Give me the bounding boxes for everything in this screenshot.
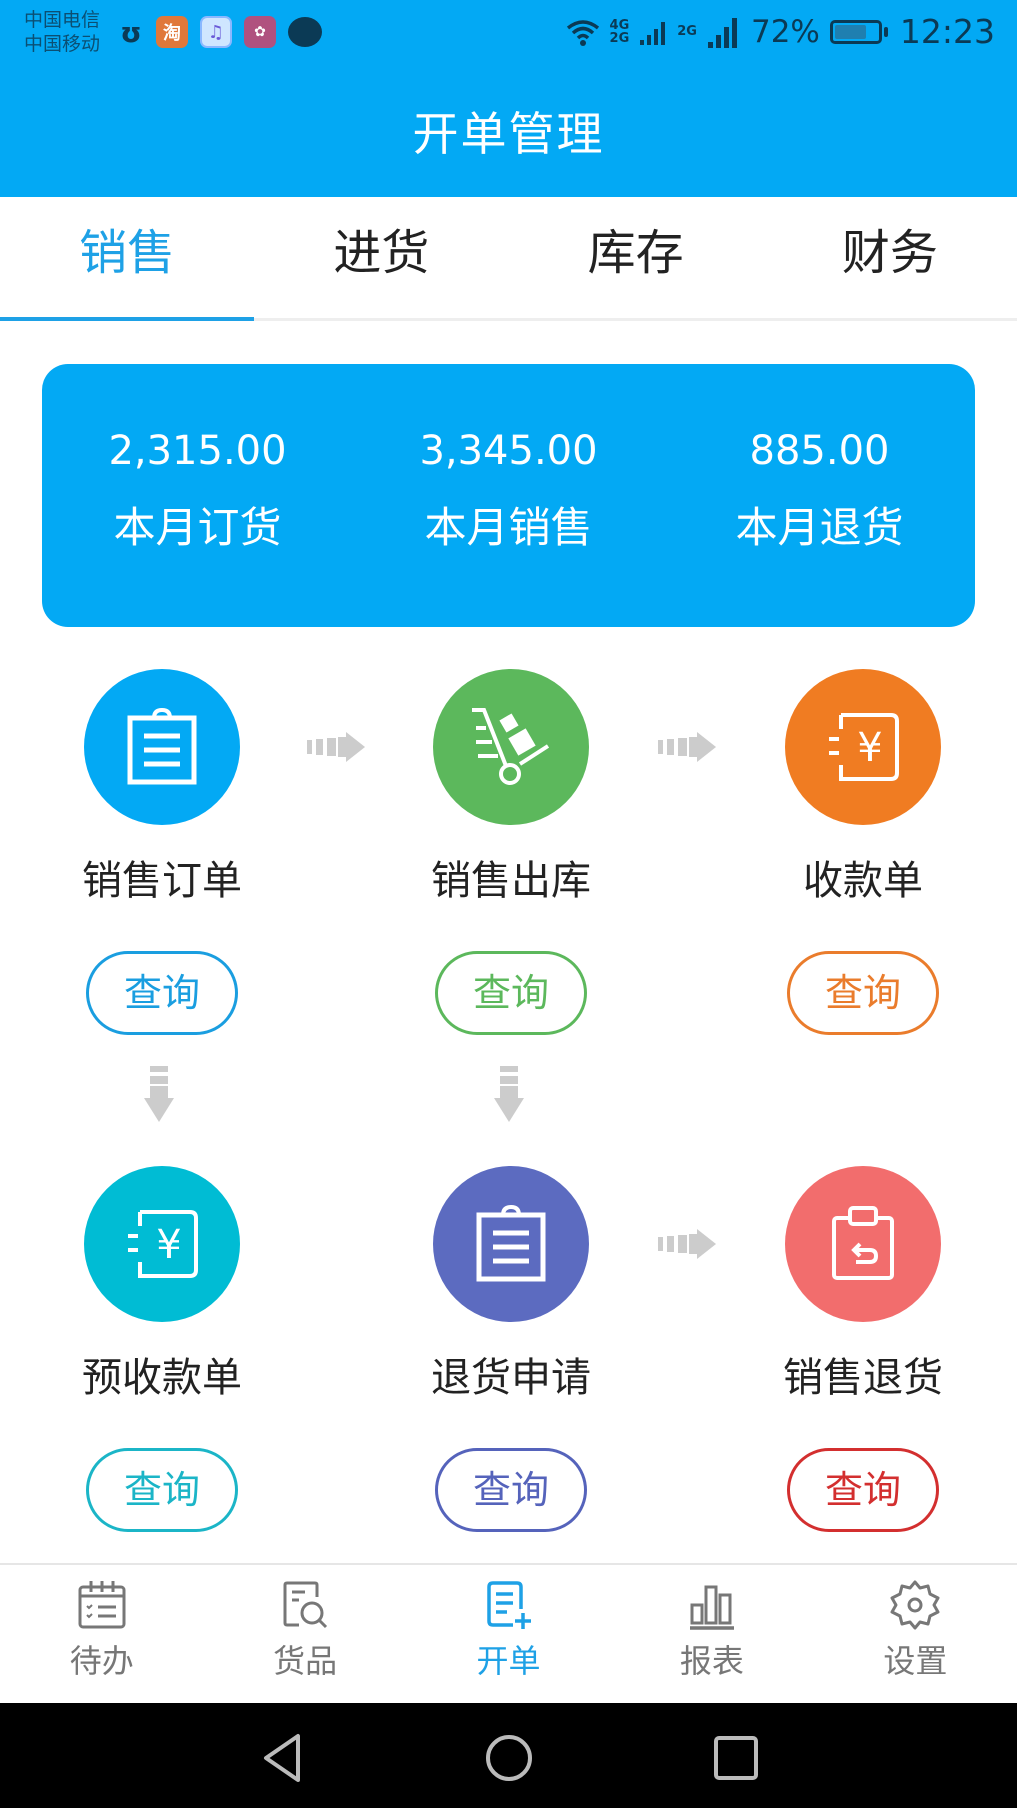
sales-order-query-button[interactable]: 查询 [86, 951, 238, 1035]
calendar-checklist-icon [78, 1581, 126, 1629]
flow-sales-return: 销售退货 查询 [743, 1166, 983, 1532]
battery-icon [829, 19, 888, 44]
sales-return-query-button[interactable]: 查询 [787, 1448, 939, 1532]
receipt-query-button[interactable]: 查询 [787, 951, 939, 1035]
clipboard-icon [476, 1205, 546, 1282]
flow-label: 退货申请 [431, 1355, 591, 1401]
battery-percent: 72% [750, 13, 820, 50]
stat-label: 本月退货 [735, 503, 904, 552]
stat-monthly-returns[interactable]: 885.00 本月退货 [664, 426, 975, 627]
bottom-navigation: 待办 货品 开单 报表 设置 [0, 1563, 1017, 1703]
carrier-info: 中国电信 中国移动 [24, 8, 100, 56]
stat-monthly-sales[interactable]: 3,345.00 本月销售 [353, 426, 664, 627]
gear-icon [890, 1580, 940, 1630]
sales-outbound-button[interactable] [433, 669, 589, 825]
signal-icon-2 [707, 17, 737, 48]
return-clipboard-icon [832, 1206, 894, 1280]
nav-label: 报表 [679, 1642, 744, 1680]
chat-icon [288, 17, 322, 47]
yuan-receipt-icon: ¥ [829, 713, 899, 781]
monthly-summary-card: 2,315.00 本月订货 3,345.00 本月销售 885.00 本月退货 [42, 364, 975, 627]
back-icon[interactable] [258, 1733, 308, 1783]
flow-sales-outbound: 销售出库 查询 [391, 669, 631, 1035]
tab-finance[interactable]: 财务 [763, 197, 1017, 318]
flow-label: 销售退货 [783, 1355, 943, 1401]
svg-text:¥: ¥ [857, 725, 882, 771]
stat-value: 885.00 [749, 428, 890, 474]
stat-value: 2,315.00 [108, 428, 287, 474]
taobao-icon: 淘 [156, 16, 188, 48]
svg-text:¥: ¥ [156, 1222, 181, 1268]
status-indicators: 4G 2G 2G 72% 12:23 [566, 12, 995, 51]
nav-label: 开单 [476, 1642, 541, 1680]
sales-return-button[interactable] [785, 1166, 941, 1322]
sales-order-button[interactable] [84, 669, 240, 825]
recent-apps-icon[interactable] [711, 1733, 761, 1783]
category-tabs: 销售 进货 库存 财务 [0, 197, 1017, 321]
tab-sales[interactable]: 销售 [0, 197, 255, 321]
cow-app-icon: ʊ [120, 15, 142, 49]
app-header: 中国电信 中国移动 ʊ 淘 ♫ ✿ 4G 2G 2G 72% 12:23 开单管… [0, 0, 1017, 197]
advance-receipt-button[interactable]: ¥ [84, 1166, 240, 1322]
stat-monthly-orders[interactable]: 2,315.00 本月订货 [42, 426, 353, 627]
flow-label: 预收款单 [82, 1355, 242, 1401]
system-navigation-bar [0, 1703, 1017, 1808]
return-request-button[interactable] [433, 1166, 589, 1322]
flow-arrow-right-icon [658, 1229, 716, 1259]
flow-arrow-right-icon [307, 732, 365, 762]
sales-outbound-query-button[interactable]: 查询 [435, 951, 587, 1035]
flow-label: 销售订单 [82, 858, 242, 904]
nav-goods[interactable]: 货品 [203, 1565, 406, 1703]
flow-arrow-right-icon [658, 732, 716, 762]
stat-label: 本月订货 [113, 503, 282, 552]
wifi-icon [566, 19, 599, 46]
home-icon[interactable] [484, 1733, 534, 1783]
flow-sales-order: 销售订单 查询 [42, 669, 282, 1035]
hand-truck-icon [472, 708, 550, 785]
flow-arrow-down-icon [494, 1066, 524, 1122]
flow-advance-receipt: ¥ 预收款单 查询 [42, 1166, 282, 1532]
yuan-receipt-icon: ¥ [128, 1210, 198, 1278]
tab-purchase[interactable]: 进货 [254, 197, 508, 318]
document-search-icon [283, 1581, 328, 1629]
bar-chart-icon [689, 1585, 734, 1630]
clock: 12:23 [899, 12, 995, 51]
page-title: 开单管理 [412, 107, 605, 161]
flow-label: 收款单 [803, 858, 923, 904]
advance-receipt-query-button[interactable]: 查询 [86, 1448, 238, 1532]
carrier-2: 中国移动 [24, 33, 101, 55]
tab-inventory[interactable]: 库存 [509, 197, 763, 318]
notification-icons: ʊ 淘 ♫ ✿ [118, 15, 322, 49]
nav-label: 货品 [273, 1642, 338, 1680]
network-type-2: 2G [677, 24, 697, 39]
nav-create-order[interactable]: 开单 [407, 1565, 610, 1703]
document-add-icon [486, 1581, 531, 1629]
stat-value: 3,345.00 [419, 428, 598, 474]
nav-label: 设置 [883, 1642, 948, 1680]
stat-label: 本月销售 [424, 503, 593, 552]
flow-receipt: ¥ 收款单 查询 [743, 669, 983, 1035]
flow-return-request: 退货申请 查询 [391, 1166, 631, 1532]
network-type-1: 4G 2G [609, 17, 630, 46]
flow-label: 销售出库 [431, 858, 591, 904]
flow-arrow-down-icon [144, 1066, 174, 1122]
nav-settings[interactable]: 设置 [814, 1565, 1017, 1703]
nav-label: 待办 [69, 1642, 134, 1680]
nav-reports[interactable]: 报表 [610, 1565, 813, 1703]
nav-todo[interactable]: 待办 [0, 1565, 203, 1703]
return-request-query-button[interactable]: 查询 [435, 1448, 587, 1532]
signal-icon-1 [640, 21, 666, 45]
receipt-button[interactable]: ¥ [785, 669, 941, 825]
music-icon: ♫ [200, 16, 232, 48]
clipboard-icon [127, 708, 197, 785]
huawei-icon: ✿ [244, 16, 276, 48]
carrier-1: 中国电信 [24, 9, 101, 31]
